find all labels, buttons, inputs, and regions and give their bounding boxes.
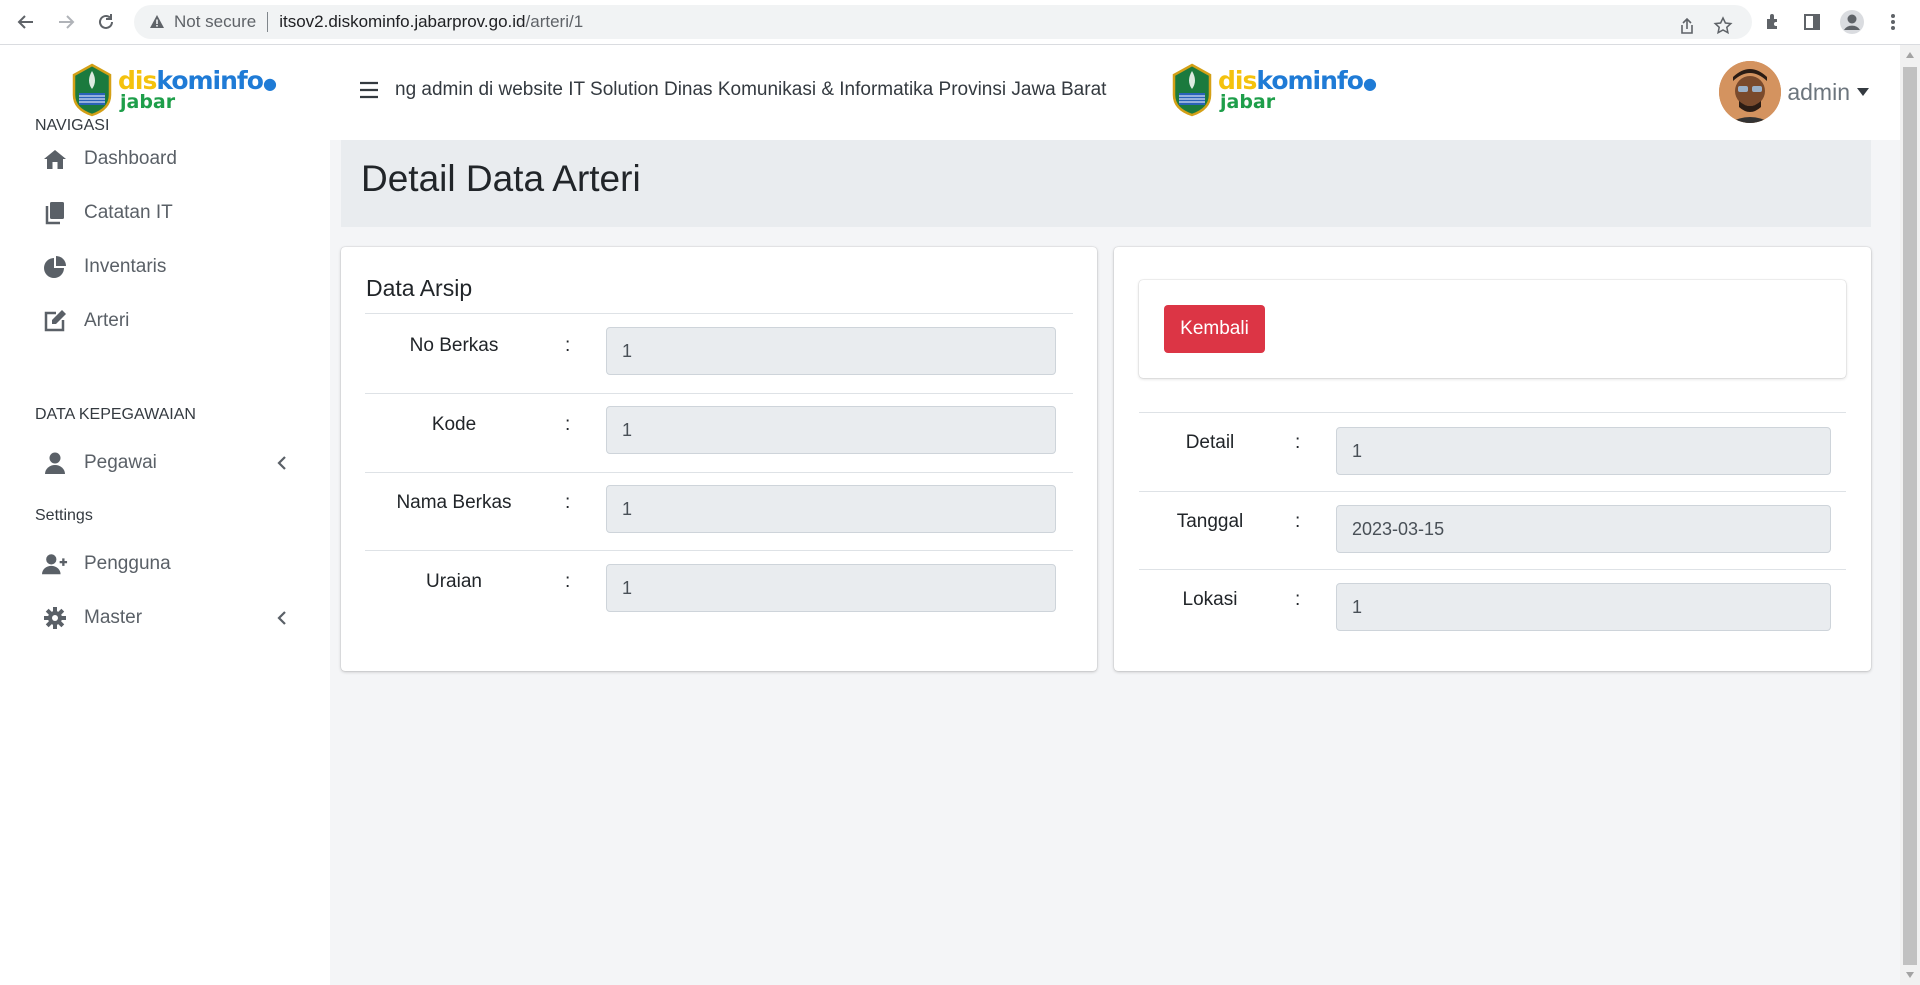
- bookmark-star-icon[interactable]: [1710, 13, 1736, 39]
- divider: [1139, 491, 1846, 492]
- chevron-left-icon[interactable]: [272, 453, 292, 473]
- user-plus-icon: [42, 551, 68, 577]
- share-icon[interactable]: [1674, 13, 1700, 39]
- gear-icon: [42, 605, 68, 631]
- marquee-text: ng admin di website IT Solution Dinas Ko…: [395, 79, 1107, 100]
- caret-down-icon[interactable]: [1856, 85, 1870, 99]
- top-navbar: ng admin di website IT Solution Dinas Ko…: [330, 45, 1900, 140]
- no-berkas-field[interactable]: 1: [606, 327, 1056, 375]
- field-colon: :: [1295, 511, 1301, 532]
- field-label: Lokasi: [1182, 589, 1238, 610]
- field-label: Detail: [1185, 432, 1235, 453]
- forward-icon[interactable]: [52, 8, 80, 36]
- extensions-icon[interactable]: [1761, 9, 1787, 35]
- back-icon[interactable]: [12, 8, 40, 36]
- action-box: Kembali: [1139, 280, 1846, 378]
- nama-berkas-field[interactable]: 1: [606, 485, 1056, 533]
- field-label: Nama Berkas: [396, 492, 512, 513]
- sidebar-item-master[interactable]: Master: [42, 598, 302, 638]
- url-separator: [267, 12, 269, 32]
- divider: [1139, 412, 1846, 413]
- sidebar-item-label: Pengguna: [84, 553, 171, 574]
- sidebar-item-catatan-it[interactable]: Catatan IT: [42, 193, 302, 233]
- divider: [365, 472, 1073, 473]
- uraian-field[interactable]: 1: [606, 564, 1056, 612]
- avatar[interactable]: [1719, 61, 1782, 123]
- not-secure-label[interactable]: Not secure: [174, 12, 256, 32]
- sidebar-item-dashboard[interactable]: Dashboard: [42, 139, 302, 179]
- divider: [365, 313, 1073, 314]
- sidebar-item-label: Pegawai: [84, 452, 157, 473]
- kembali-button[interactable]: Kembali: [1164, 305, 1265, 353]
- sidebar-item-label: Arteri: [84, 310, 130, 331]
- sidebar: diskominfo● jabar NAVIGASI Dashboard Cat…: [0, 45, 330, 985]
- data-arsip-card: Data Arsip No Berkas : 1 Kode : 1 Nama B…: [341, 247, 1097, 671]
- marquee-logo: diskominfo● jabar: [1170, 63, 1377, 117]
- scroll-down-icon[interactable]: [1905, 971, 1915, 979]
- scroll-thumb[interactable]: [1903, 67, 1917, 965]
- chevron-left-icon[interactable]: [272, 608, 292, 628]
- sidebar-item-inventaris[interactable]: Inventaris: [42, 247, 302, 287]
- user-icon: [42, 450, 68, 476]
- nav-section-data-kepegawaian: DATA KEPEGAWAIAN: [35, 406, 196, 423]
- user-menu[interactable]: admin: [1719, 61, 1870, 123]
- marquee: ng admin di website IT Solution Dinas Ko…: [395, 45, 1430, 140]
- brand-logo[interactable]: diskominfo● jabar: [70, 63, 277, 117]
- sidebar-item-pengguna[interactable]: Pengguna: [42, 544, 302, 584]
- sidebar-item-pegawai[interactable]: Pegawai: [42, 443, 302, 483]
- field-label: Uraian: [426, 571, 482, 592]
- nav-section-navigasi: NAVIGASI: [35, 117, 110, 134]
- field-colon: :: [565, 492, 571, 513]
- address-bar[interactable]: Not secure itsov2.diskominfo.jabarprov.g…: [134, 5, 1752, 39]
- profile-icon[interactable]: [1839, 9, 1865, 35]
- divider: [1139, 569, 1846, 570]
- user-name[interactable]: admin: [1787, 79, 1850, 106]
- card-title: Data Arsip: [366, 275, 473, 301]
- tanggal-field[interactable]: 2023-03-15: [1336, 505, 1831, 553]
- west-java-emblem-icon: [1172, 63, 1212, 117]
- sidebar-item-arteri[interactable]: Arteri: [42, 301, 302, 341]
- divider: [365, 393, 1073, 394]
- field-colon: :: [1295, 589, 1301, 610]
- detail-card: Kembali Detail : 1 Tanggal : 2023-03-15 …: [1114, 247, 1871, 671]
- content-header: Detail Data Arteri: [341, 140, 1871, 227]
- edit-icon: [42, 308, 68, 334]
- field-label: Tanggal: [1176, 511, 1244, 532]
- browser-menu-icon[interactable]: [1880, 9, 1906, 35]
- field-colon: :: [565, 335, 571, 356]
- copy-icon: [42, 200, 68, 226]
- west-java-emblem-icon: [72, 63, 112, 117]
- pie-chart-icon: [42, 254, 68, 280]
- url-path[interactable]: /arteri/1: [526, 12, 584, 32]
- field-colon: :: [565, 571, 571, 592]
- kode-field[interactable]: 1: [606, 406, 1056, 454]
- field-label: No Berkas: [409, 335, 499, 356]
- sidebar-item-label: Catatan IT: [84, 202, 173, 223]
- url-host[interactable]: itsov2.diskominfo.jabarprov.go.id: [279, 12, 525, 32]
- side-panel-icon[interactable]: [1799, 9, 1825, 35]
- warning-icon[interactable]: [148, 13, 166, 31]
- brand-text: diskominfo● jabar: [118, 66, 277, 113]
- sidebar-item-label: Master: [84, 607, 143, 628]
- page-scrollbar[interactable]: [1900, 45, 1920, 985]
- page: diskominfo● jabar NAVIGASI Dashboard Cat…: [0, 45, 1900, 985]
- field-colon: :: [565, 414, 571, 435]
- hamburger-menu-icon[interactable]: [358, 81, 380, 99]
- divider: [365, 550, 1073, 551]
- home-icon: [42, 146, 68, 172]
- sidebar-item-label: Dashboard: [84, 148, 177, 169]
- lokasi-field[interactable]: 1: [1336, 583, 1831, 631]
- reload-icon[interactable]: [92, 8, 120, 36]
- nav-section-settings: Settings: [35, 507, 93, 524]
- sidebar-item-label: Inventaris: [84, 256, 167, 277]
- scroll-up-icon[interactable]: [1905, 51, 1915, 59]
- browser-toolbar: Not secure itsov2.diskominfo.jabarprov.g…: [0, 0, 1920, 45]
- page-title: Detail Data Arteri: [361, 158, 641, 199]
- field-label: Kode: [431, 414, 477, 435]
- detail-field[interactable]: 1: [1336, 427, 1831, 475]
- field-colon: :: [1295, 432, 1301, 453]
